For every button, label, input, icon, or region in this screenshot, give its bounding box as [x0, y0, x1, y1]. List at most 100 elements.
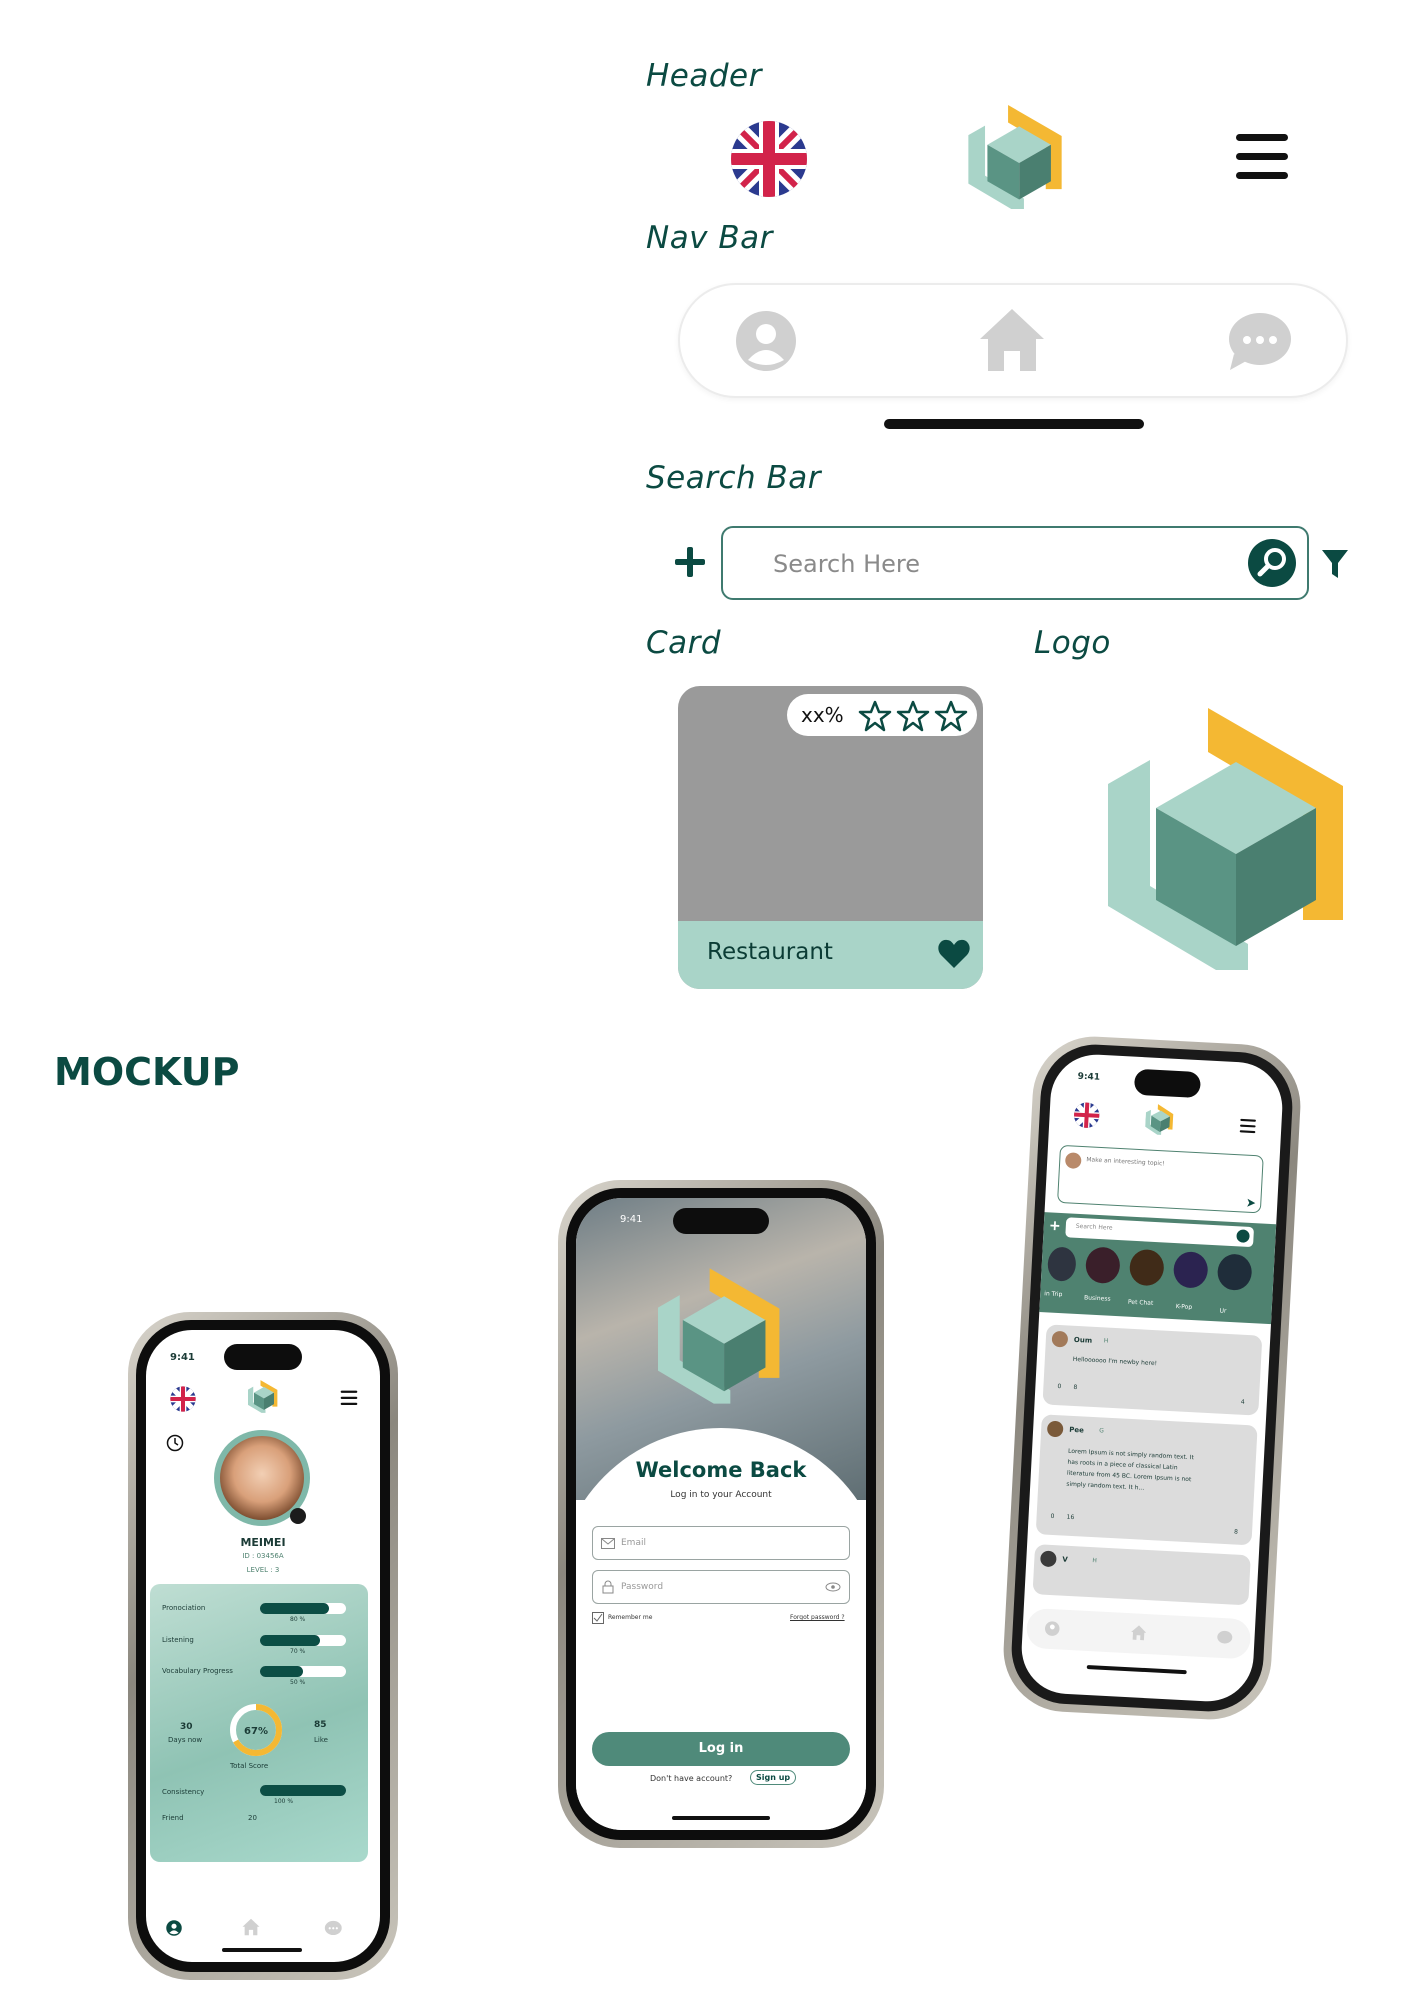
password-field[interactable]: Password: [592, 1570, 850, 1604]
login-phone-mockup: 9:41 Welcome Back Log in to your Account…: [558, 1180, 884, 1848]
plus-icon[interactable]: [1050, 1220, 1061, 1231]
search-icon[interactable]: [1247, 538, 1297, 588]
nav-bar: [1025, 1607, 1252, 1660]
card-section-title: Card: [646, 625, 722, 661]
avatar: [1064, 1152, 1082, 1169]
home-icon[interactable]: [242, 1918, 260, 1936]
post-card[interactable]: V H: [1032, 1544, 1251, 1606]
chat-icon[interactable]: [324, 1920, 342, 1937]
mail-icon: [601, 1538, 615, 1549]
uk-flag-icon[interactable]: [730, 120, 808, 198]
clock-icon[interactable]: [166, 1434, 184, 1452]
category-label: Pet Chat: [1127, 1298, 1154, 1307]
category-circle[interactable]: [1128, 1248, 1165, 1287]
post-tag: G: [1098, 1427, 1104, 1435]
category-circle[interactable]: [1046, 1246, 1077, 1282]
search-input[interactable]: Search Here: [1065, 1217, 1255, 1248]
post-card[interactable]: Oum H Helloooooo I'm newby here! 0 8 4: [1042, 1324, 1263, 1416]
stats-panel: Pronociation 80 % Listening 70 % Vocabul…: [150, 1584, 368, 1862]
profile-screen: 9:41 MEIMEI ID : 03456A LEVEL : 3 Pronoc…: [146, 1330, 380, 1962]
remember-label: Remember me: [608, 1614, 653, 1621]
mockup-title: MOCKUP: [54, 1050, 240, 1094]
post-likes: 0: [1057, 1383, 1062, 1391]
email-field[interactable]: Email: [592, 1526, 850, 1560]
rating-badge: xx%: [787, 694, 977, 736]
status-time: 9:41: [1077, 1071, 1101, 1083]
search-input[interactable]: Search Here: [721, 526, 1309, 600]
profile-icon[interactable]: [166, 1920, 182, 1936]
home-indicator-bar: [884, 419, 1144, 429]
chat-icon[interactable]: [1226, 310, 1292, 372]
brand-logo: [1108, 708, 1348, 970]
stat-bar-pronunciation: [260, 1603, 329, 1614]
logo-section-title: Logo: [1034, 625, 1111, 661]
uk-flag-icon[interactable]: [170, 1386, 196, 1412]
category-circle[interactable]: [1172, 1251, 1209, 1289]
card-title: Restaurant: [707, 939, 833, 965]
rating-value: xx%: [801, 703, 844, 727]
post-user: Pee: [1068, 1425, 1085, 1435]
consistency-value: 100 %: [274, 1798, 294, 1805]
search-icon[interactable]: [1236, 1229, 1250, 1243]
stat-value-vocabulary: 50 %: [290, 1679, 306, 1686]
post-text: Lorem Ipsum is not simply random text. I…: [1066, 1447, 1194, 1492]
card-footer: Restaurant: [678, 921, 983, 989]
feed-phone-mockup: 9:41 Make an interesting topic! Search H…: [1000, 1033, 1304, 1723]
chat-icon[interactable]: [1216, 1630, 1233, 1646]
profile-icon[interactable]: [735, 310, 797, 372]
stat-bar-vocabulary: [260, 1666, 303, 1677]
home-icon[interactable]: [1130, 1624, 1147, 1641]
stat-value-pronunciation: 80 %: [290, 1616, 306, 1623]
logo-icon[interactable]: [968, 105, 1064, 209]
restaurant-card[interactable]: xx% Restaurant: [678, 686, 983, 989]
category-strip: Search Here in Trip Business Pet Chat K-…: [1039, 1212, 1277, 1325]
email-placeholder: Email: [621, 1538, 646, 1548]
logo-icon[interactable]: [1145, 1103, 1175, 1135]
hamburger-menu-icon[interactable]: [1239, 1118, 1257, 1134]
home-icon[interactable]: [978, 307, 1046, 373]
category-circle[interactable]: [1084, 1246, 1121, 1285]
star-rating-icon: [858, 700, 968, 732]
post-views: 16: [1066, 1513, 1075, 1522]
category-label: Ur: [1219, 1307, 1227, 1315]
avatar[interactable]: [214, 1430, 310, 1526]
forgot-password-link[interactable]: Forgot password ?: [790, 1614, 845, 1621]
login-button[interactable]: Log in: [592, 1732, 850, 1766]
filter-icon[interactable]: [1320, 548, 1350, 580]
hamburger-menu-icon[interactable]: [340, 1390, 358, 1406]
stat-label-pronunciation: Pronociation: [162, 1604, 206, 1612]
post-user: V: [1062, 1555, 1068, 1564]
post-tag: H: [1103, 1337, 1109, 1345]
header-section-title: Header: [646, 58, 762, 94]
score-value: 67%: [244, 1726, 268, 1737]
send-icon[interactable]: [1246, 1198, 1257, 1209]
profile-id: ID : 03456A: [242, 1552, 284, 1560]
post-card[interactable]: Pee G Lorem Ipsum is not simply random t…: [1035, 1414, 1258, 1546]
search-placeholder: Search Here: [773, 550, 920, 578]
signup-link[interactable]: Sign up: [750, 1770, 797, 1785]
logo-icon: [658, 1268, 780, 1404]
category-label: K-Pop: [1175, 1303, 1193, 1311]
profile-icon[interactable]: [1044, 1621, 1060, 1637]
login-sheet: [576, 1428, 866, 1830]
plus-icon[interactable]: [673, 545, 707, 579]
lock-icon: [602, 1580, 614, 1594]
password-placeholder: Password: [621, 1582, 664, 1592]
category-label: Business: [1083, 1294, 1111, 1303]
remember-checkbox[interactable]: [592, 1612, 604, 1624]
heart-icon[interactable]: [937, 938, 971, 970]
total-score-ring: 67%: [230, 1704, 282, 1756]
stat-label-vocabulary: Vocabulary Progress: [162, 1667, 233, 1675]
category-circle[interactable]: [1216, 1253, 1253, 1292]
post-views: 8: [1073, 1383, 1078, 1392]
uk-flag-icon[interactable]: [1073, 1101, 1100, 1129]
topic-input[interactable]: Make an interesting topic!: [1057, 1144, 1264, 1214]
hamburger-menu-icon[interactable]: [1234, 132, 1290, 182]
friend-label: Friend: [162, 1814, 184, 1822]
home-indicator-bar: [1086, 1664, 1187, 1675]
logo-icon[interactable]: [248, 1380, 278, 1413]
eye-icon[interactable]: [825, 1582, 841, 1592]
stat-value-listening: 70 %: [290, 1648, 306, 1655]
edit-avatar-icon[interactable]: [290, 1508, 306, 1524]
navbar-section-title: Nav Bar: [646, 220, 773, 256]
